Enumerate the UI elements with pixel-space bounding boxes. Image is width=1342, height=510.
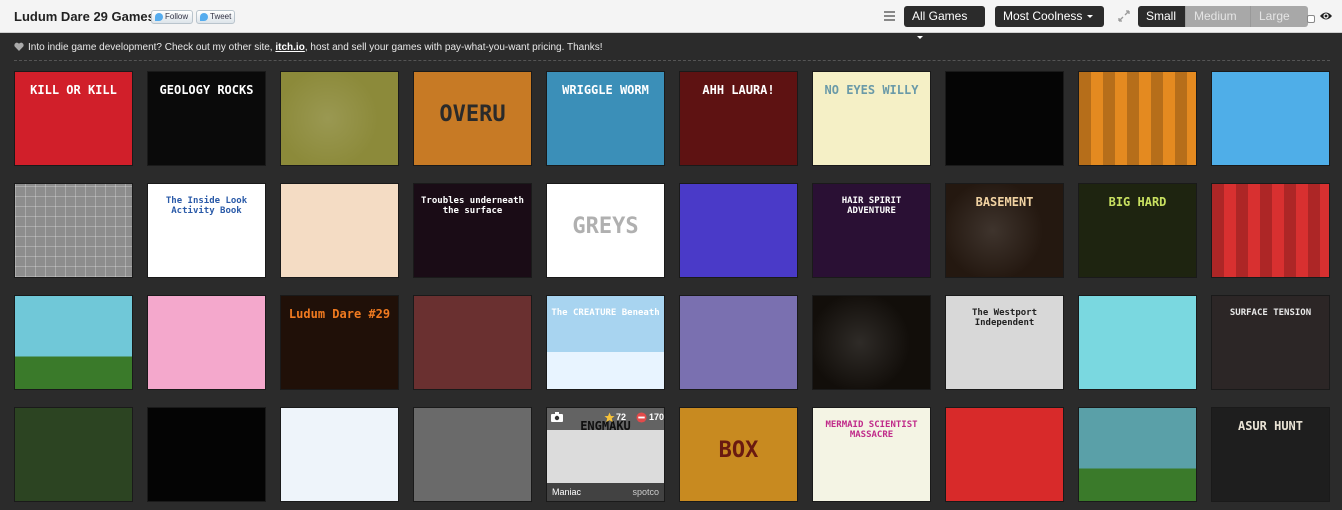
page-title: Ludum Dare 29 Games bbox=[14, 9, 155, 24]
twitter-bird-icon bbox=[200, 13, 208, 21]
game-thumbnail[interactable] bbox=[812, 295, 931, 390]
notice-text-before: Into indie game development? Check out m… bbox=[28, 42, 273, 53]
follow-label: Follow bbox=[165, 12, 189, 21]
list-view-icon[interactable] bbox=[884, 11, 895, 21]
game-thumbnail[interactable]: GREYS bbox=[546, 183, 665, 278]
game-caption: BOX bbox=[718, 438, 759, 463]
game-grid: KILL OR KILL GEOLOGY ROCKS OVERU WRIGGLE WO… bbox=[14, 71, 1342, 502]
game-thumbnail[interactable]: Ludum Dare #29 bbox=[280, 295, 399, 390]
divider bbox=[14, 60, 1330, 61]
game-thumbnail[interactable] bbox=[14, 295, 133, 390]
game-thumbnail[interactable]: WRIGGLE WORM bbox=[546, 71, 665, 166]
game-thumbnail[interactable]: The Westport Independent bbox=[945, 295, 1064, 390]
itchio-link[interactable]: itch.io bbox=[275, 42, 304, 53]
tweet-label: Tweet bbox=[210, 12, 232, 21]
game-caption: HAIR SPIRIT ADVENTURE bbox=[841, 196, 902, 217]
game-caption: WRIGGLE WORM bbox=[562, 83, 649, 97]
game-thumbnail[interactable] bbox=[1211, 183, 1330, 278]
game-caption: KILL OR KILL bbox=[30, 83, 117, 97]
game-thumbnail[interactable] bbox=[147, 295, 266, 390]
toggle-checkbox[interactable] bbox=[1307, 15, 1315, 23]
header-bar: Ludum Dare 29 Games Follow Tweet All Gam… bbox=[0, 0, 1342, 40]
game-caption: The CREATURE Beneath bbox=[551, 308, 660, 318]
game-caption: The Inside Look Activity Book bbox=[165, 196, 248, 217]
game-thumbnail[interactable]: MERMAID SCIENTIST MASSACRE bbox=[812, 407, 931, 502]
game-thumbnail[interactable] bbox=[14, 407, 133, 502]
hovered-game-author[interactable]: spotco bbox=[632, 483, 659, 501]
game-caption: NO EYES WILLY bbox=[824, 83, 919, 97]
hover-info-bar: Maniac spotco bbox=[547, 483, 664, 501]
game-caption: AHH LAURA! bbox=[702, 83, 775, 97]
game-caption: SURFACE TENSION bbox=[1229, 308, 1312, 318]
sort-dropdown[interactable]: Most Coolness bbox=[995, 6, 1104, 27]
game-thumbnail[interactable] bbox=[1211, 71, 1330, 166]
game-filter-dropdown[interactable]: All Games bbox=[904, 6, 985, 40]
eye-icon[interactable] bbox=[1319, 10, 1333, 22]
game-caption: Ludum Dare #29 bbox=[288, 307, 391, 321]
twitter-bird-icon bbox=[155, 13, 163, 21]
size-small-button[interactable]: Small bbox=[1138, 6, 1185, 27]
game-thumbnail[interactable] bbox=[1078, 71, 1197, 166]
game-thumbnail[interactable] bbox=[413, 295, 532, 390]
game-thumbnail[interactable]: BIG HARD bbox=[1078, 183, 1197, 278]
game-thumbnail[interactable] bbox=[1078, 407, 1197, 502]
game-caption: OVERU bbox=[439, 102, 506, 127]
game-thumbnail[interactable] bbox=[1078, 295, 1197, 390]
twitter-tweet-button[interactable]: Tweet bbox=[196, 10, 235, 24]
game-thumbnail[interactable]: BASEMENT bbox=[945, 183, 1064, 278]
game-thumbnail[interactable]: GEOLOGY ROCKS bbox=[147, 71, 266, 166]
game-caption: ASUR HUNT bbox=[1237, 419, 1304, 433]
game-thumbnail[interactable] bbox=[679, 183, 798, 278]
game-thumbnail[interactable] bbox=[14, 183, 133, 278]
vote-count: 170 bbox=[649, 412, 665, 422]
game-caption: GEOLOGY ROCKS bbox=[159, 83, 254, 97]
game-caption: MERMAID SCIENTIST MASSACRE bbox=[825, 420, 918, 441]
game-thumbnail[interactable]: The Inside Look Activity Book bbox=[147, 183, 266, 278]
game-filter-label: All Games bbox=[912, 9, 968, 23]
game-caption: BASEMENT bbox=[975, 195, 1034, 209]
vote-icon bbox=[636, 412, 647, 423]
game-thumbnail[interactable] bbox=[413, 407, 532, 502]
game-thumbnail[interactable]: ASUR HUNT bbox=[1211, 407, 1330, 502]
game-thumbnail[interactable] bbox=[280, 407, 399, 502]
game-thumbnail[interactable]: HAIR SPIRIT ADVENTURE bbox=[812, 183, 931, 278]
game-thumbnail[interactable]: KILL OR KILL bbox=[14, 71, 133, 166]
star-icon bbox=[604, 412, 615, 423]
game-thumbnail[interactable]: ENGMAKU 72 170 Maniac spotco bbox=[546, 407, 665, 502]
game-thumbnail[interactable]: BOX bbox=[679, 407, 798, 502]
game-caption: BIG HARD bbox=[1108, 195, 1167, 209]
promo-notice: Into indie game development? Check out m… bbox=[0, 35, 1342, 61]
game-thumbnail[interactable] bbox=[679, 295, 798, 390]
screenshot-icon[interactable] bbox=[551, 412, 563, 422]
game-thumbnail[interactable]: AHH LAURA! bbox=[679, 71, 798, 166]
game-thumbnail[interactable]: SURFACE TENSION bbox=[1211, 295, 1330, 390]
game-thumbnail[interactable] bbox=[280, 183, 399, 278]
size-large-button[interactable]: Large bbox=[1250, 6, 1308, 27]
thumbnail-size-toggle: Small Medium Large bbox=[1138, 6, 1308, 27]
size-medium-button[interactable]: Medium bbox=[1185, 6, 1250, 27]
star-count: 72 bbox=[616, 412, 627, 422]
heart-icon bbox=[14, 42, 24, 51]
game-thumbnail[interactable]: OVERU bbox=[413, 71, 532, 166]
twitter-follow-button[interactable]: Follow bbox=[151, 10, 193, 24]
game-caption: Troubles underneath the surface bbox=[421, 196, 524, 217]
hovered-game-title: Maniac bbox=[552, 487, 582, 497]
game-thumbnail[interactable]: The CREATURE Beneath bbox=[546, 295, 665, 390]
game-thumbnail[interactable]: Troubles underneath the surface bbox=[413, 183, 532, 278]
expand-icon[interactable] bbox=[1118, 10, 1130, 22]
sort-label: Most Coolness bbox=[1003, 9, 1083, 23]
game-thumbnail[interactable] bbox=[280, 71, 399, 166]
notice-text-after: , host and sell your games with pay-what… bbox=[304, 42, 603, 53]
game-caption: GREYS bbox=[572, 214, 639, 239]
game-caption: The Westport Independent bbox=[971, 308, 1038, 329]
game-thumbnail[interactable] bbox=[945, 407, 1064, 502]
game-thumbnail[interactable]: NO EYES WILLY bbox=[812, 71, 931, 166]
caret-down-icon bbox=[1087, 15, 1094, 19]
game-thumbnail[interactable] bbox=[945, 71, 1064, 166]
game-thumbnail[interactable] bbox=[147, 407, 266, 502]
